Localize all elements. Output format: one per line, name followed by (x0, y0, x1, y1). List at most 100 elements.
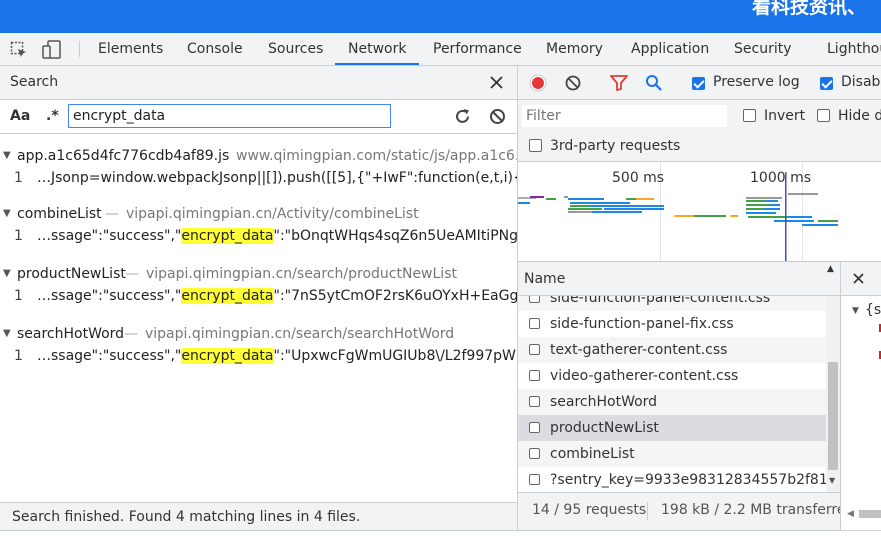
request-row[interactable]: text-gatherer-content.css (518, 337, 826, 363)
result-file-path: vipapi.qimingpian.cn/Activity/combineLis… (126, 206, 419, 222)
tab-application[interactable]: Application (631, 33, 709, 65)
network-summary-bar: 14 / 95 requests 198 kB / 2.2 MB transfe… (518, 492, 840, 530)
requests-scrollbar[interactable]: ▼ (826, 296, 840, 492)
request-file-icon (529, 344, 540, 355)
record-icon[interactable] (529, 74, 547, 92)
request-row[interactable]: ?sentry_key=9933e98312834557b2f813d… (518, 467, 826, 492)
summary-separator (647, 502, 648, 520)
result-line-number: 1 (14, 348, 23, 364)
sort-ascending-icon: ▲ (827, 264, 834, 274)
expand-triangle-icon: ▼ (3, 268, 11, 279)
close-icon[interactable] (853, 273, 864, 284)
hide-data-urls-label: Hide d (838, 108, 881, 124)
expand-triangle-icon: ▼ (3, 328, 11, 339)
close-icon[interactable] (490, 76, 503, 89)
scroll-left-icon[interactable]: ◀ (847, 509, 854, 519)
result-file[interactable]: ▼ app.a1c65d4fc776cdb4af89.js www.qiming… (0, 145, 517, 167)
tab-memory[interactable]: Memory (546, 33, 603, 65)
request-row[interactable]: side-function-panel-fix.css (518, 311, 826, 337)
request-file-icon (529, 474, 540, 485)
expand-triangle-icon[interactable]: ▼ (852, 306, 859, 316)
result-file[interactable]: ▼ combineList — vipapi.qimingpian.cn/Act… (0, 203, 517, 225)
name-column-header[interactable]: Name (524, 262, 565, 297)
request-file-icon (529, 448, 540, 459)
search-toolbar: Aa .* (0, 100, 517, 134)
drawer-edge (0, 530, 881, 538)
request-row[interactable]: video-gatherer-content.css (518, 363, 826, 389)
invert-label: Invert (764, 108, 806, 124)
result-separator: — (125, 266, 139, 282)
tab-network[interactable]: Network (348, 33, 406, 65)
refresh-icon[interactable] (454, 108, 471, 125)
regex-toggle[interactable]: .* (46, 100, 59, 133)
result-line-text: …Jsonp=window.webpackJsonp||[]).push([[5… (37, 167, 517, 189)
result-file-name: combineList (17, 206, 102, 222)
tab-lighthouse[interactable]: Lighthou (827, 33, 881, 65)
third-party-checkbox[interactable] (529, 139, 542, 152)
result-text-pre: …ssage":"success"," (37, 348, 182, 364)
request-name: ?sentry_key=9933e98312834557b2f813d… (550, 472, 826, 488)
result-line[interactable]: 1 …ssage":"success","encrypt_data":"bOnq… (0, 225, 517, 247)
result-line[interactable]: 1 …ssage":"success","encrypt_data":"7nS5… (0, 285, 517, 307)
result-file-path: www.qimingpian.com/static/js/app.a1c6… (236, 148, 517, 164)
inspect-icon[interactable] (10, 41, 28, 59)
match-highlight: encrypt_data (181, 288, 274, 304)
result-text-pre: …Jsonp=window.webpackJsonp||[]).push([[5… (37, 170, 517, 186)
funnel-icon[interactable] (610, 75, 628, 91)
match-case-toggle[interactable]: Aa (10, 100, 30, 133)
search-icon[interactable] (645, 74, 663, 92)
search-panel-header: Search (0, 66, 517, 100)
result-separator: — (124, 326, 138, 342)
result-file[interactable]: ▼ searchHotWord — vipapi.qimingpian.cn/s… (0, 323, 517, 345)
preserve-log-label: Preserve log (713, 74, 800, 90)
preserve-log-checkbox[interactable] (692, 77, 705, 90)
request-row[interactable]: searchHotWord (518, 389, 826, 415)
requests-list: side-function-panel-content.css side-fun… (518, 296, 826, 492)
hide-data-urls-checkbox[interactable] (817, 109, 830, 122)
result-file-path: vipapi.qimingpian.cn/search/searchHotWor… (145, 326, 455, 342)
tab-performance[interactable]: Performance (433, 33, 522, 65)
request-row[interactable]: combineList (518, 441, 826, 467)
network-overview-timeline[interactable]: 500 ms 1000 ms (518, 162, 881, 262)
tab-console[interactable]: Console (187, 33, 243, 65)
devtools-tab-bar: Elements Console Sources Network Perform… (0, 33, 881, 66)
clear-icon[interactable] (489, 108, 506, 125)
timeline-waterfall (518, 172, 838, 261)
result-line-text: …ssage":"success","encrypt_data":"UpxwcF… (37, 345, 517, 367)
json-preview-root: {s (865, 302, 881, 318)
filter-input[interactable] (522, 105, 727, 127)
details-pane-header (840, 262, 881, 296)
request-name: side-function-panel-content.css (550, 296, 771, 306)
request-file-icon (529, 296, 540, 303)
result-text-post: ":"bOnqtWHqs4sqZ6n5UeAMItiPNgMil… (273, 228, 518, 244)
tab-security[interactable]: Security (734, 33, 792, 65)
device-toggle-icon[interactable] (42, 40, 62, 59)
request-file-icon (529, 370, 540, 381)
scrollbar-thumb[interactable] (828, 362, 838, 470)
match-highlight: encrypt_data (181, 348, 274, 364)
tab-sources[interactable]: Sources (268, 33, 323, 65)
requests-table-header: Name ▲ (518, 262, 840, 296)
result-line[interactable]: 1 …ssage":"success","encrypt_data":"Upxw… (0, 345, 517, 367)
result-file[interactable]: ▼ productNewList — vipapi.qimingpian.cn/… (0, 263, 517, 285)
request-name: video-gatherer-content.css (550, 368, 739, 384)
invert-checkbox[interactable] (743, 109, 756, 122)
result-text-post: ":"7nS5ytCmOF2rsK6uOYxH+EaGgrEqe… (273, 288, 518, 304)
expand-triangle-icon: ▼ (3, 150, 11, 161)
scroll-down-icon[interactable]: ▼ (829, 476, 835, 485)
request-row-selected[interactable]: productNewList (518, 415, 826, 441)
result-file-path: vipapi.qimingpian.cn/search/productNewLi… (146, 266, 457, 282)
horizontal-scroll-thumb[interactable] (859, 510, 881, 518)
result-line[interactable]: 1 …Jsonp=window.webpackJsonp||[]).push([… (0, 167, 517, 189)
request-file-icon (529, 396, 540, 407)
result-line-number: 1 (14, 170, 23, 186)
page-header-title: 看科技资讯、 (752, 0, 867, 18)
search-input[interactable] (68, 104, 391, 128)
third-party-label: 3rd-party requests (550, 138, 681, 154)
request-row[interactable]: side-function-panel-content.css (518, 296, 826, 311)
disable-cache-label: Disabl (841, 74, 881, 90)
tab-elements[interactable]: Elements (98, 33, 163, 65)
requests-count: 14 / 95 requests (532, 502, 647, 518)
block-icon[interactable] (565, 75, 581, 91)
disable-cache-checkbox[interactable] (820, 77, 833, 90)
